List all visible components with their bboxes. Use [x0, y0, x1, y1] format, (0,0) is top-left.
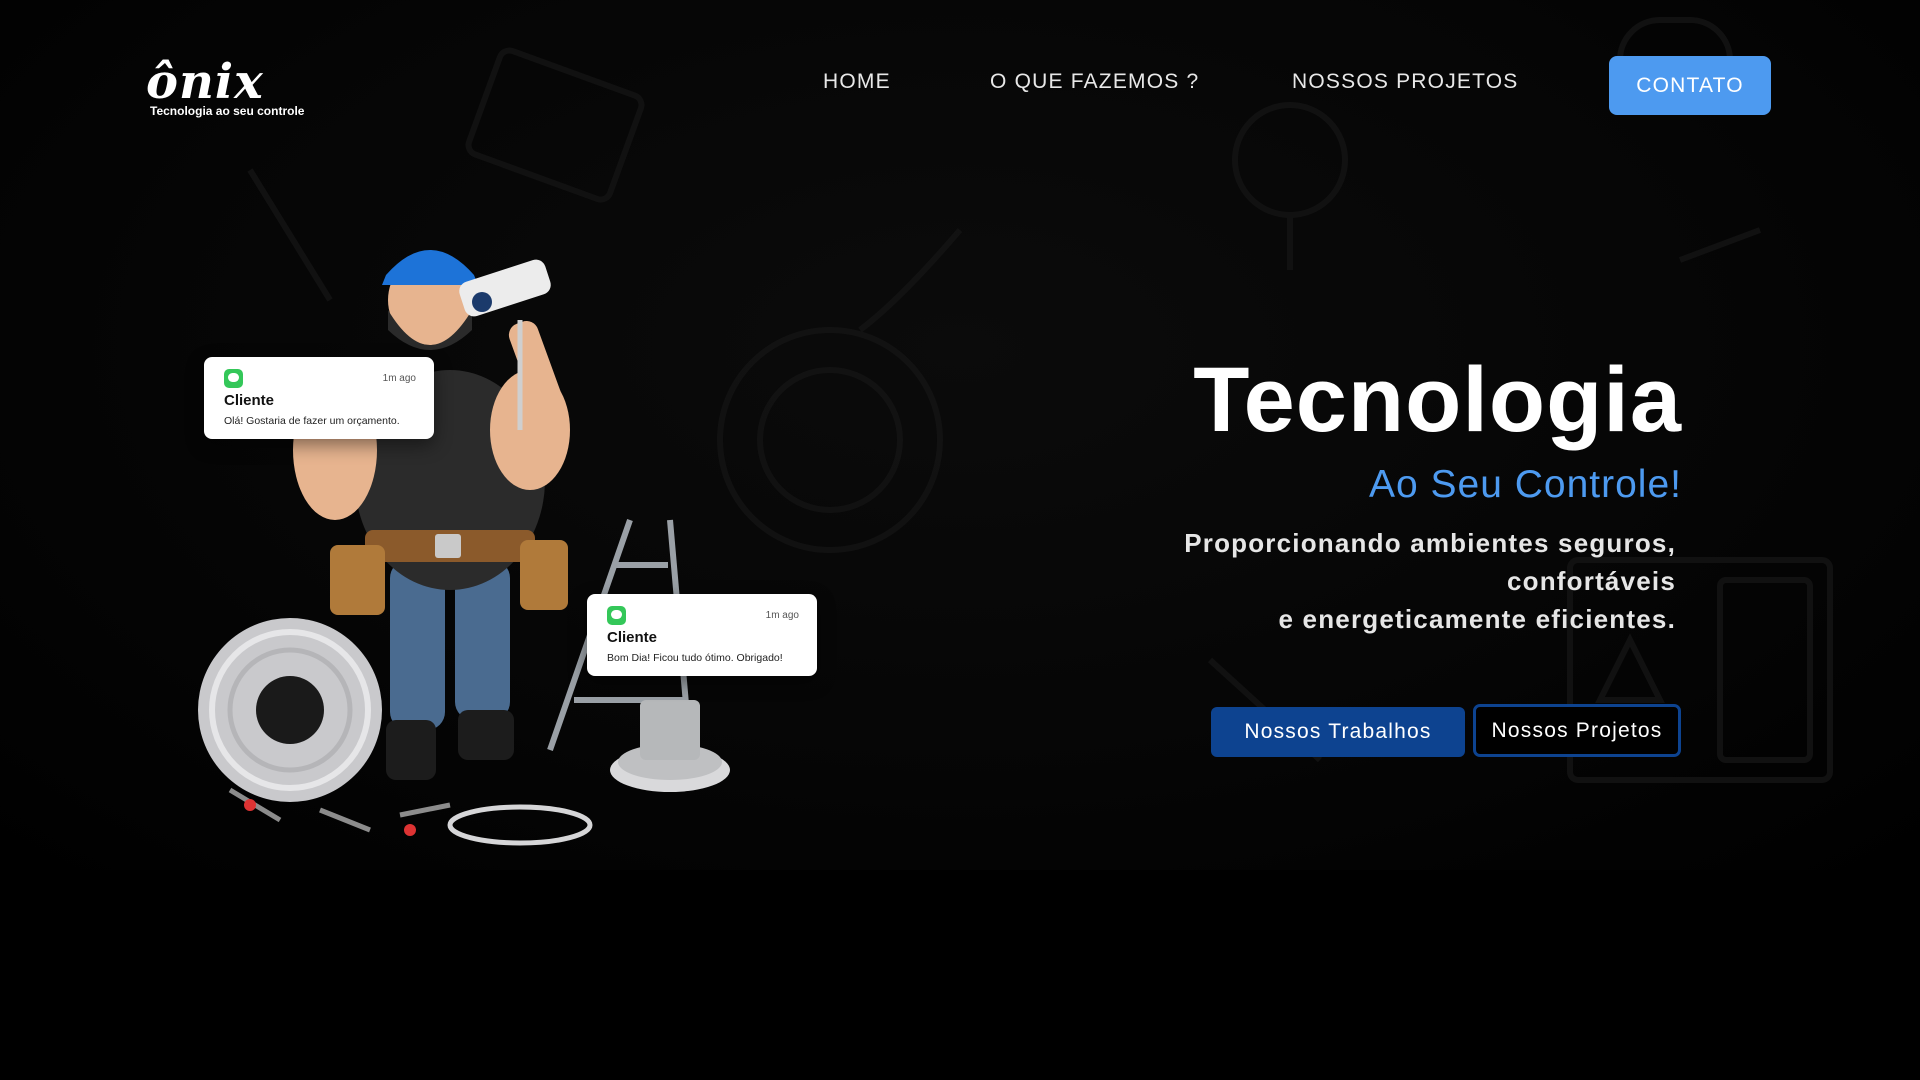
- notification-message: Olá! Gostaria de fazer um orçamento.: [224, 415, 400, 427]
- logo-tagline: Tecnologia ao seu controle: [150, 104, 305, 118]
- nav-our-projects[interactable]: NOSSOS PROJETOS: [1292, 70, 1519, 94]
- hero-subtitle: Ao Seu Controle!: [1368, 463, 1682, 506]
- logo-wordmark: ônix: [146, 54, 264, 110]
- nav-home[interactable]: HOME: [823, 70, 891, 94]
- notification-message: Bom Dia! Ficou tudo ótimo. Obrigado!: [607, 652, 783, 664]
- hero-description-line: confortáveis: [1506, 566, 1676, 596]
- notification-time: 1m ago: [382, 373, 416, 384]
- notification-time: 1m ago: [765, 610, 799, 621]
- landing-page: ônix Tecnologia ao seu controle HOME O Q…: [0, 0, 1920, 1080]
- brand-logo[interactable]: ônix Tecnologia ao seu controle: [146, 54, 304, 126]
- contact-button[interactable]: CONTATO: [1609, 56, 1771, 115]
- message-app-icon: [224, 369, 243, 388]
- our-works-button[interactable]: Nossos Trabalhos: [1211, 707, 1465, 757]
- message-app-icon: [607, 606, 626, 625]
- client-notification-card: 1m ago Cliente Olá! Gostaria de fazer um…: [204, 357, 434, 439]
- notification-sender: Cliente: [607, 629, 658, 646]
- hero-description: Proporcionando ambientes seguros, confor…: [1136, 524, 1676, 638]
- hero-title: Tecnologia: [1193, 349, 1682, 451]
- notification-sender: Cliente: [224, 392, 275, 409]
- our-projects-button[interactable]: Nossos Projetos: [1473, 704, 1681, 757]
- electrician-technician-illustration: [198, 250, 730, 846]
- client-notification-card: 1m ago Cliente Bom Dia! Ficou tudo ótimo…: [587, 594, 817, 676]
- nav-what-we-do[interactable]: O QUE FAZEMOS ?: [990, 70, 1199, 94]
- hero-description-line: Proporcionando ambientes seguros,: [1184, 528, 1676, 558]
- hero-description-line: e energeticamente eficientes.: [1278, 604, 1676, 634]
